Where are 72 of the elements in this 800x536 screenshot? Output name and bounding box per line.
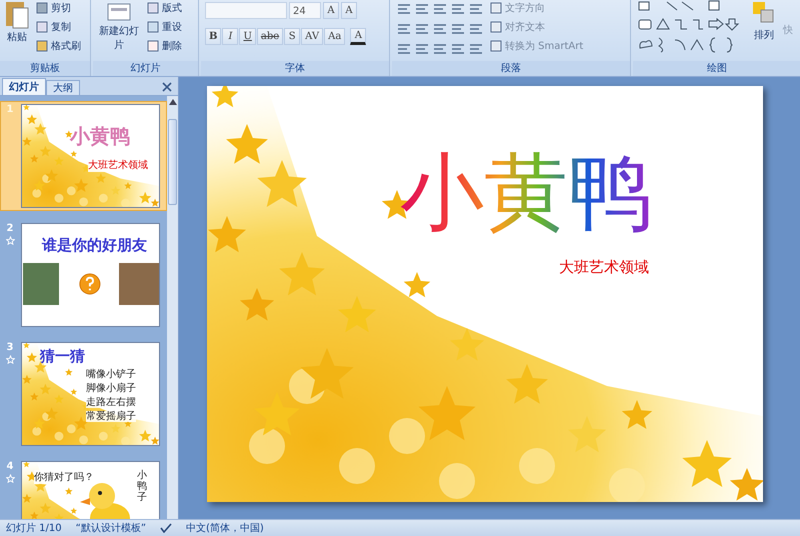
grow-font-button[interactable]: A [323,2,339,19]
font-size-field[interactable]: 24 [289,2,321,19]
slide-thumbnail-row[interactable]: 2 谁是你的好朋友 [0,220,167,330]
slide-thumbnail-row[interactable]: 3 猜一猜 嘴像小铲子 脚像小扇子 走路左右摆 常爱摇扇子 [0,339,167,449]
shrink-font-button[interactable]: A [341,2,357,19]
clipboard-icon [4,0,30,30]
theme-name: “默认设计模板” [76,522,146,535]
scroll-up-icon[interactable] [168,99,176,105]
clipboard-command[interactable]: 格式刷 [36,38,81,53]
font-color-button[interactable]: A [350,28,366,45]
clipboard-command[interactable]: 剪切 [36,0,81,15]
align-icon[interactable] [432,42,448,56]
panel-tab[interactable]: 幻灯片 [2,78,46,95]
photo-placeholder [23,263,59,305]
format-button[interactable]: I [222,28,238,45]
align-icon[interactable] [450,42,466,56]
slide-number: 4 [6,461,14,472]
align-icon[interactable] [414,42,430,56]
thumbnail-title: 小黄鸭 [70,123,130,150]
slide-thumbnail[interactable]: 小黄鸭 大班艺术领域 [21,104,160,208]
slide-subtitle: 大班艺术领域 [559,258,649,278]
paste-button[interactable]: 粘贴 [4,0,30,61]
language: 中文(简体，中国) [186,522,264,535]
group-label: 幻灯片 [93,61,198,76]
thumbnail-answer: 小鸭子 [137,470,147,503]
thumbnail-question: 你猜对了吗？ [34,470,94,484]
check-icon [160,523,172,533]
align-icon[interactable] [468,2,484,16]
slide-command[interactable]: 版式 [147,0,182,15]
align-icon[interactable] [432,2,448,16]
align-icon[interactable] [414,22,430,36]
group-label: 段落 [392,61,630,76]
slide-command[interactable]: 删除 [147,38,182,53]
thumbnail-subtitle: 大班艺术领域 [88,158,148,172]
clipboard-command[interactable]: 复制 [36,19,81,34]
slide-number: 2 [6,223,14,234]
align-icon[interactable] [396,2,412,16]
group-label: 剪贴板 [0,61,90,76]
format-button[interactable]: abe [256,28,284,45]
slide-number: 1 [6,104,14,115]
align-icon[interactable] [432,22,448,36]
panel-tab[interactable]: 大纲 [46,80,80,95]
close-icon[interactable] [162,82,172,92]
align-icon[interactable] [450,2,466,16]
slide-thumbnail[interactable]: 你猜对了吗？ 小鸭子 [21,461,160,519]
format-button[interactable]: U [239,28,256,45]
align-icon[interactable] [414,2,430,16]
slide-position: 幻灯片 1/10 [6,522,62,535]
align-icon[interactable] [468,22,484,36]
arrange-button[interactable]: 排列 [751,0,777,61]
slide-number: 3 [6,342,14,353]
format-button[interactable]: Aa [324,28,346,45]
slide-command[interactable]: 重设 [147,19,182,34]
thumbnail-title: 猜一猜 [40,347,85,366]
format-button[interactable]: S [284,28,300,45]
align-icon[interactable] [396,42,412,56]
slide-thumbnail-row[interactable]: 4 你猜对了吗？ 小鸭子 [0,458,167,519]
group-label: 绘图 [633,61,800,76]
format-button[interactable]: AV [301,28,324,45]
align-icon[interactable] [468,42,484,56]
slide-thumbnail-row[interactable]: 1 小黄鸭 大班艺术领域 [0,101,167,211]
align-icon[interactable] [450,22,466,36]
font-name-field[interactable] [205,2,287,19]
format-button[interactable]: B [205,28,222,45]
new-slide-button[interactable]: 新建幻灯片 [97,0,141,61]
group-label: 字体 [201,61,389,76]
slide-thumbnail[interactable]: 猜一猜 嘴像小铲子 脚像小扇子 走路左右摆 常爱摇扇子 [21,342,160,446]
thumbnail-title: 谁是你的好朋友 [42,236,147,255]
scrollbar-thumb[interactable] [168,119,177,205]
photo-placeholder [118,263,159,305]
align-icon[interactable] [396,22,412,36]
slide-thumbnail[interactable]: 谁是你的好朋友 [21,223,160,327]
